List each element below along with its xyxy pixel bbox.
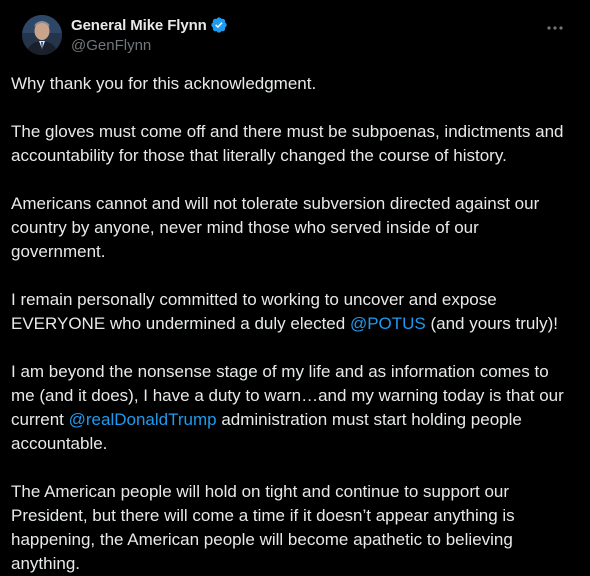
paragraph-text: (and yours truly)!: [425, 314, 559, 333]
tweet-paragraph-4: I remain personally committed to working…: [11, 288, 571, 336]
avatar[interactable]: [22, 15, 62, 55]
tweet-text: Why thank you for this acknowledgment. T…: [11, 72, 571, 576]
display-name[interactable]: General Mike Flynn: [71, 17, 207, 34]
author-names: General Mike Flynn @GenFlynn: [71, 15, 228, 54]
more-horizontal-icon[interactable]: [545, 18, 565, 38]
tweet-header: General Mike Flynn @GenFlynn: [11, 0, 579, 62]
mention-link-potus[interactable]: @POTUS: [350, 314, 426, 333]
author-handle[interactable]: @GenFlynn: [71, 37, 228, 54]
verified-badge-icon[interactable]: [210, 16, 228, 34]
tweet-paragraph-2: The gloves must come off and there must …: [11, 122, 564, 165]
display-name-row: General Mike Flynn: [71, 15, 228, 35]
tweet-paragraph-3: Americans cannot and will not tolerate s…: [11, 194, 540, 261]
tweet-paragraph-6: The American people will hold on tight a…: [11, 482, 515, 573]
tweet-paragraph-5: I am beyond the nonsense stage of my lif…: [11, 360, 571, 456]
mention-link-realdonaldtrump[interactable]: @realDonaldTrump: [69, 410, 217, 429]
tweet: General Mike Flynn @GenFlynn Why thank y…: [0, 0, 590, 576]
tweet-paragraph-1: Why thank you for this acknowledgment.: [11, 74, 317, 93]
